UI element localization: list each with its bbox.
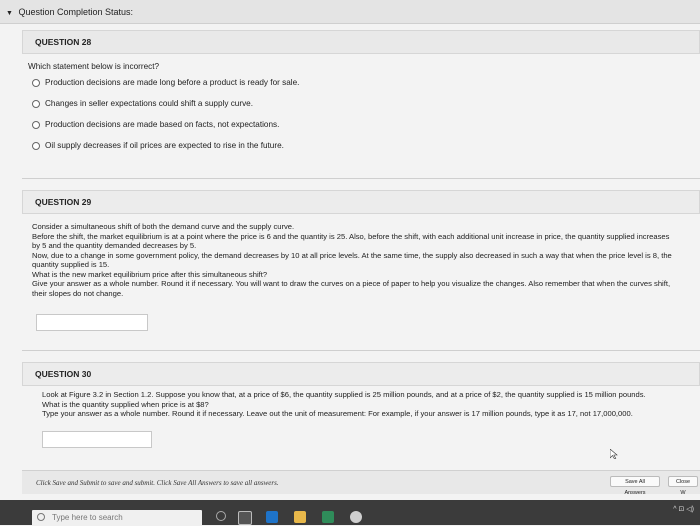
section-divider xyxy=(22,178,700,179)
submission-footer: Click Save and Submit to save and submit… xyxy=(22,470,700,496)
question-29-title: QUESTION 29 xyxy=(35,197,92,207)
question-28-prompt: Which statement below is incorrect? xyxy=(28,62,160,71)
save-and-submit-button[interactable]: Close W xyxy=(668,476,698,496)
q28-option-3-label: Production decisions are made based on f… xyxy=(45,120,280,129)
q28-option-4-label: Oil supply decreases if oil prices are e… xyxy=(45,141,284,150)
q28-option-1[interactable]: Production decisions are made long befor… xyxy=(32,78,299,87)
section-divider xyxy=(22,350,700,351)
mouse-cursor-icon xyxy=(610,449,618,459)
q30-text-line: Type your answer as a whole number. Roun… xyxy=(42,409,633,418)
edge-browser-icon[interactable] xyxy=(266,511,278,523)
search-icon xyxy=(37,513,45,521)
question-30-body: Look at Figure 3.2 in Section 1.2. Suppo… xyxy=(22,390,662,419)
save-all-answers-button[interactable]: Save All Answers xyxy=(610,476,660,496)
radio-button[interactable] xyxy=(32,78,40,87)
q29-answer-input[interactable] xyxy=(36,314,148,331)
q29-text-line: Give your answer as a whole number. Roun… xyxy=(32,279,671,298)
task-view-icon[interactable] xyxy=(238,511,252,525)
question-29-header: QUESTION 29 xyxy=(22,190,700,214)
q28-option-4[interactable]: Oil supply decreases if oil prices are e… xyxy=(32,141,284,150)
q28-option-2[interactable]: Changes in seller expectations could shi… xyxy=(32,99,253,108)
cortana-icon[interactable] xyxy=(216,511,226,521)
question-28-title: QUESTION 28 xyxy=(35,37,92,47)
q29-text-line: Before the shift, the market equilibrium… xyxy=(32,231,670,251)
windows-taskbar: Type here to search ^ ⊡ ◁) xyxy=(0,500,700,526)
q30-text-line: Look at Figure 3.2 in Section 1.2. Suppo… xyxy=(42,390,646,409)
q29-text-line: What is the new market equilibrium price… xyxy=(32,269,268,279)
file-explorer-icon[interactable] xyxy=(294,511,306,523)
radio-button[interactable] xyxy=(32,141,40,150)
question-completion-status[interactable]: ▼ Question Completion Status: xyxy=(0,0,700,24)
question-30-header: QUESTION 30 xyxy=(22,362,700,386)
question-30-title: QUESTION 30 xyxy=(35,369,92,379)
q28-option-2-label: Changes in seller expectations could shi… xyxy=(45,99,253,108)
q28-option-3[interactable]: Production decisions are made based on f… xyxy=(32,120,279,129)
radio-button[interactable] xyxy=(32,120,40,129)
chrome-icon[interactable] xyxy=(350,511,362,523)
q29-text-line: Consider a simultaneous shift of both th… xyxy=(32,222,295,231)
store-icon[interactable] xyxy=(322,511,334,523)
question-28-header: QUESTION 28 xyxy=(22,30,700,54)
status-label: Question Completion Status: xyxy=(18,7,134,17)
footer-instructions: Click Save and Submit to save and submit… xyxy=(36,479,279,487)
q30-answer-input[interactable] xyxy=(42,431,152,448)
q28-option-1-label: Production decisions are made long befor… xyxy=(45,78,300,87)
taskbar-search-box[interactable]: Type here to search xyxy=(32,510,202,526)
chevron-down-icon: ▼ xyxy=(6,10,13,17)
taskbar-search-placeholder: Type here to search xyxy=(52,513,123,522)
q29-text-line: Now, due to a change in some government … xyxy=(32,250,672,270)
radio-button[interactable] xyxy=(32,99,40,108)
system-tray[interactable]: ^ ⊡ ◁) xyxy=(673,505,694,513)
question-29-body: Consider a simultaneous shift of both th… xyxy=(22,222,672,298)
